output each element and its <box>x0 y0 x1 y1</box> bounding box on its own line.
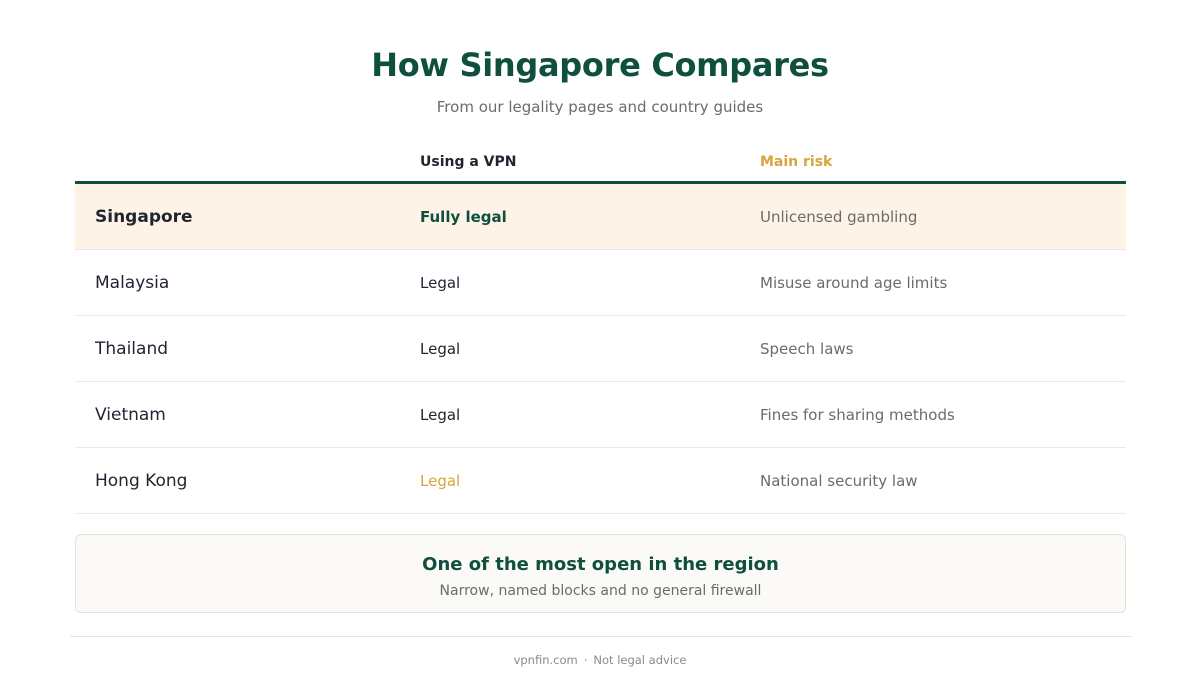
footer: vpnfin.com · Not legal advice <box>0 653 1200 667</box>
header-main-risk: Main risk <box>760 154 833 170</box>
footer-note: Not legal advice <box>593 653 687 667</box>
footer-site: vpnfin.com <box>513 653 578 667</box>
comparison-table: Using a VPN Main risk Singapore Fully le… <box>75 144 1126 514</box>
country-cell: Singapore <box>95 206 193 227</box>
vpn-status-cell: Legal <box>420 273 461 292</box>
table-row-vietnam: Vietnam Legal Fines for sharing methods <box>75 382 1126 448</box>
footer-separator: · <box>583 653 588 667</box>
table-row-malaysia: Malaysia Legal Misuse around age limits <box>75 250 1126 316</box>
country-cell: Hong Kong <box>95 470 188 491</box>
page-title: How Singapore Compares <box>371 46 829 84</box>
footer-divider <box>70 636 1131 637</box>
vpn-status-cell: Legal <box>420 471 461 490</box>
vpn-status-cell: Legal <box>420 339 461 358</box>
country-cell: Malaysia <box>95 272 170 293</box>
callout-title: One of the most open in the region <box>422 554 779 575</box>
table-header: Using a VPN Main risk <box>75 144 1126 184</box>
main-risk-cell: Speech laws <box>760 339 854 358</box>
table-row-thailand: Thailand Legal Speech laws <box>75 316 1126 382</box>
table-row-singapore: Singapore Fully legal Unlicensed gamblin… <box>75 184 1126 250</box>
main-risk-cell: National security law <box>760 471 918 490</box>
page-subtitle: From our legality pages and country guid… <box>436 98 764 116</box>
country-cell: Vietnam <box>95 404 166 425</box>
vpn-status-cell: Legal <box>420 405 461 424</box>
main-risk-cell: Unlicensed gambling <box>760 207 918 226</box>
header-using-a-vpn: Using a VPN <box>420 154 517 170</box>
callout-subtitle: Narrow, named blocks and no general fire… <box>439 583 762 599</box>
vpn-status-cell: Fully legal <box>420 207 507 226</box>
main-risk-cell: Fines for sharing methods <box>760 405 955 424</box>
country-cell: Thailand <box>95 338 169 359</box>
table-row-hong-kong: Hong Kong Legal National security law <box>75 448 1126 514</box>
summary-callout: One of the most open in the region Narro… <box>75 534 1126 613</box>
main-risk-cell: Misuse around age limits <box>760 273 948 292</box>
